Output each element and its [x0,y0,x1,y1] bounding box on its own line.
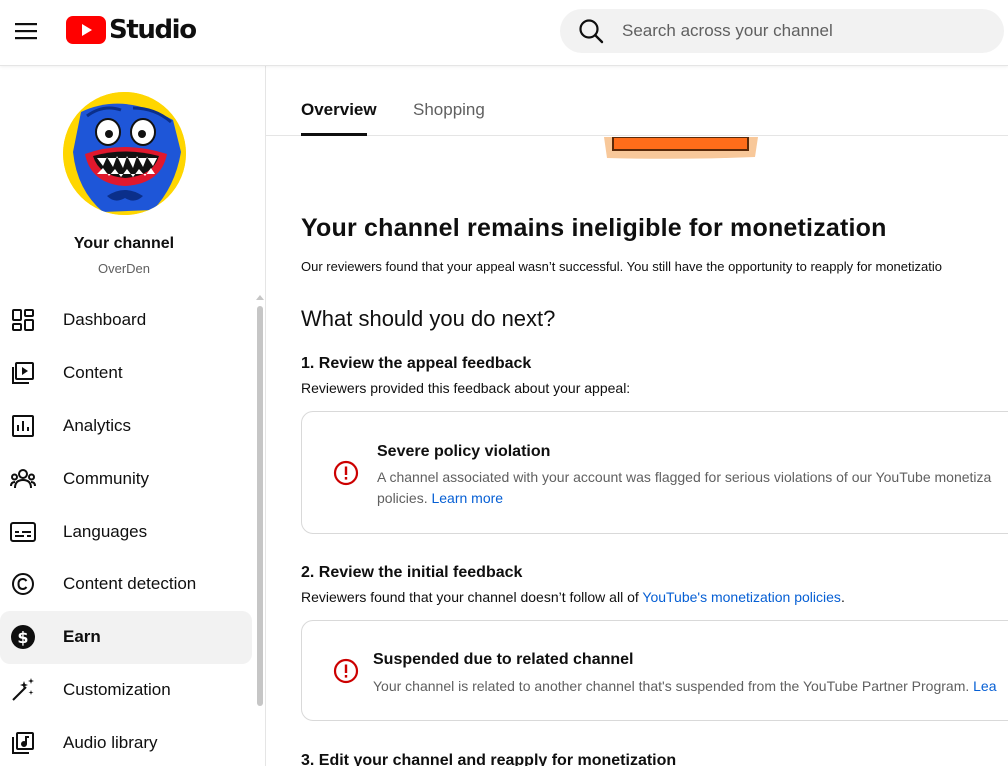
card-title: Suspended due to related channel [373,651,634,668]
main-content: Overview Shopping Your channel remains i… [266,66,1008,766]
magic-wand-icon [10,677,36,703]
logo-text: Studio [109,15,197,45]
learn-more-link[interactable]: Lea [973,678,996,694]
search-bar[interactable] [560,9,1004,53]
card-body: A channel associated with your account w… [377,467,991,509]
monetization-policies-link[interactable]: YouTube's monetization policies [642,589,841,605]
search-input[interactable] [622,9,992,53]
top-app-bar: Studio [0,0,1008,66]
sidebar-scrollbar[interactable] [257,306,263,706]
alert-error-icon [333,460,359,486]
sidebar-item-dashboard[interactable]: Dashboard [0,294,252,347]
sidebar-item-community[interactable]: Community [0,452,252,505]
step-2-subtitle: Reviewers found that your channel doesn’… [301,589,845,605]
step-1-title: 1. Review the appeal feedback [301,355,532,372]
tab-bar: Overview Shopping [266,66,1008,136]
card-body-line-2: policies. [377,490,428,506]
step-2-subtitle-period: . [840,589,845,605]
sidebar-item-analytics[interactable]: Analytics [0,400,252,453]
step-2-subtitle-text: Reviewers found that your channel doesn’… [301,589,639,605]
active-tab-indicator [301,133,367,136]
community-icon [10,466,36,492]
sidebar-item-label: Content [63,363,123,383]
tab-shopping[interactable]: Shopping [413,100,485,120]
channel-avatar[interactable] [63,92,186,215]
scroll-up-arrow-icon[interactable] [256,295,264,300]
sidebar-item-content-detection[interactable]: Content detection [0,558,252,611]
copyright-icon [10,571,36,597]
alert-error-icon [333,658,359,684]
sidebar-item-label: Community [63,468,149,488]
sidebar-item-label: Customization [63,679,171,699]
initial-feedback-card: Suspended due to related channel Your ch… [301,620,1008,721]
subtitles-icon [10,519,36,545]
card-title: Severe policy violation [377,443,551,460]
channel-handle: OverDen [97,261,151,276]
audio-library-icon [10,730,36,756]
search-icon[interactable] [578,18,604,49]
dashboard-icon [10,307,36,333]
sidebar-item-label: Languages [63,521,148,541]
sidebar-item-label: Analytics [63,415,132,435]
sidebar-item-content[interactable]: Content [0,347,252,400]
step-3-title: 3. Edit your channel and reapply for mon… [301,752,677,766]
hamburger-menu-icon[interactable] [8,13,44,49]
learn-more-link[interactable]: Learn more [431,490,503,506]
analytics-icon [10,413,36,439]
sidebar: Your channel OverDen Dashboard Content A… [0,66,266,766]
sidebar-nav: Dashboard Content Analytics Community La… [0,294,252,766]
card-body-line-1: A channel associated with your account w… [377,469,992,485]
sidebar-item-earn[interactable]: $ Earn [0,610,252,664]
svg-text:$: $ [17,628,28,647]
next-steps-heading: What should you do next? [301,306,556,331]
studio-logo[interactable]: Studio [66,15,197,45]
card-body-text: Your channel is related to another chann… [373,678,970,694]
dollar-icon: $ [10,624,36,650]
content-icon [10,360,36,386]
channel-title: Your channel [73,235,175,252]
monetization-illustration [604,137,758,159]
sidebar-item-label: Audio library [63,732,158,752]
sidebar-item-label: Content detection [63,574,197,594]
step-1-subtitle: Reviewers provided this feedback about y… [301,380,631,396]
sidebar-item-label: Earn [63,627,101,647]
youtube-play-logo-icon [66,16,106,44]
sidebar-item-languages[interactable]: Languages [0,505,252,558]
sidebar-item-label: Dashboard [63,310,147,330]
card-body: Your channel is related to another chann… [373,676,997,697]
page-subtext: Our reviewers found that your appeal was… [301,259,942,274]
tab-overview[interactable]: Overview [301,100,377,120]
step-2-title: 2. Review the initial feedback [301,564,523,581]
appeal-feedback-card: Severe policy violation A channel associ… [301,411,1008,534]
page-heading: Your channel remains ineligible for mone… [301,214,887,242]
sidebar-item-audio-library[interactable]: Audio library [0,716,252,766]
sidebar-item-customization[interactable]: Customization [0,664,252,717]
